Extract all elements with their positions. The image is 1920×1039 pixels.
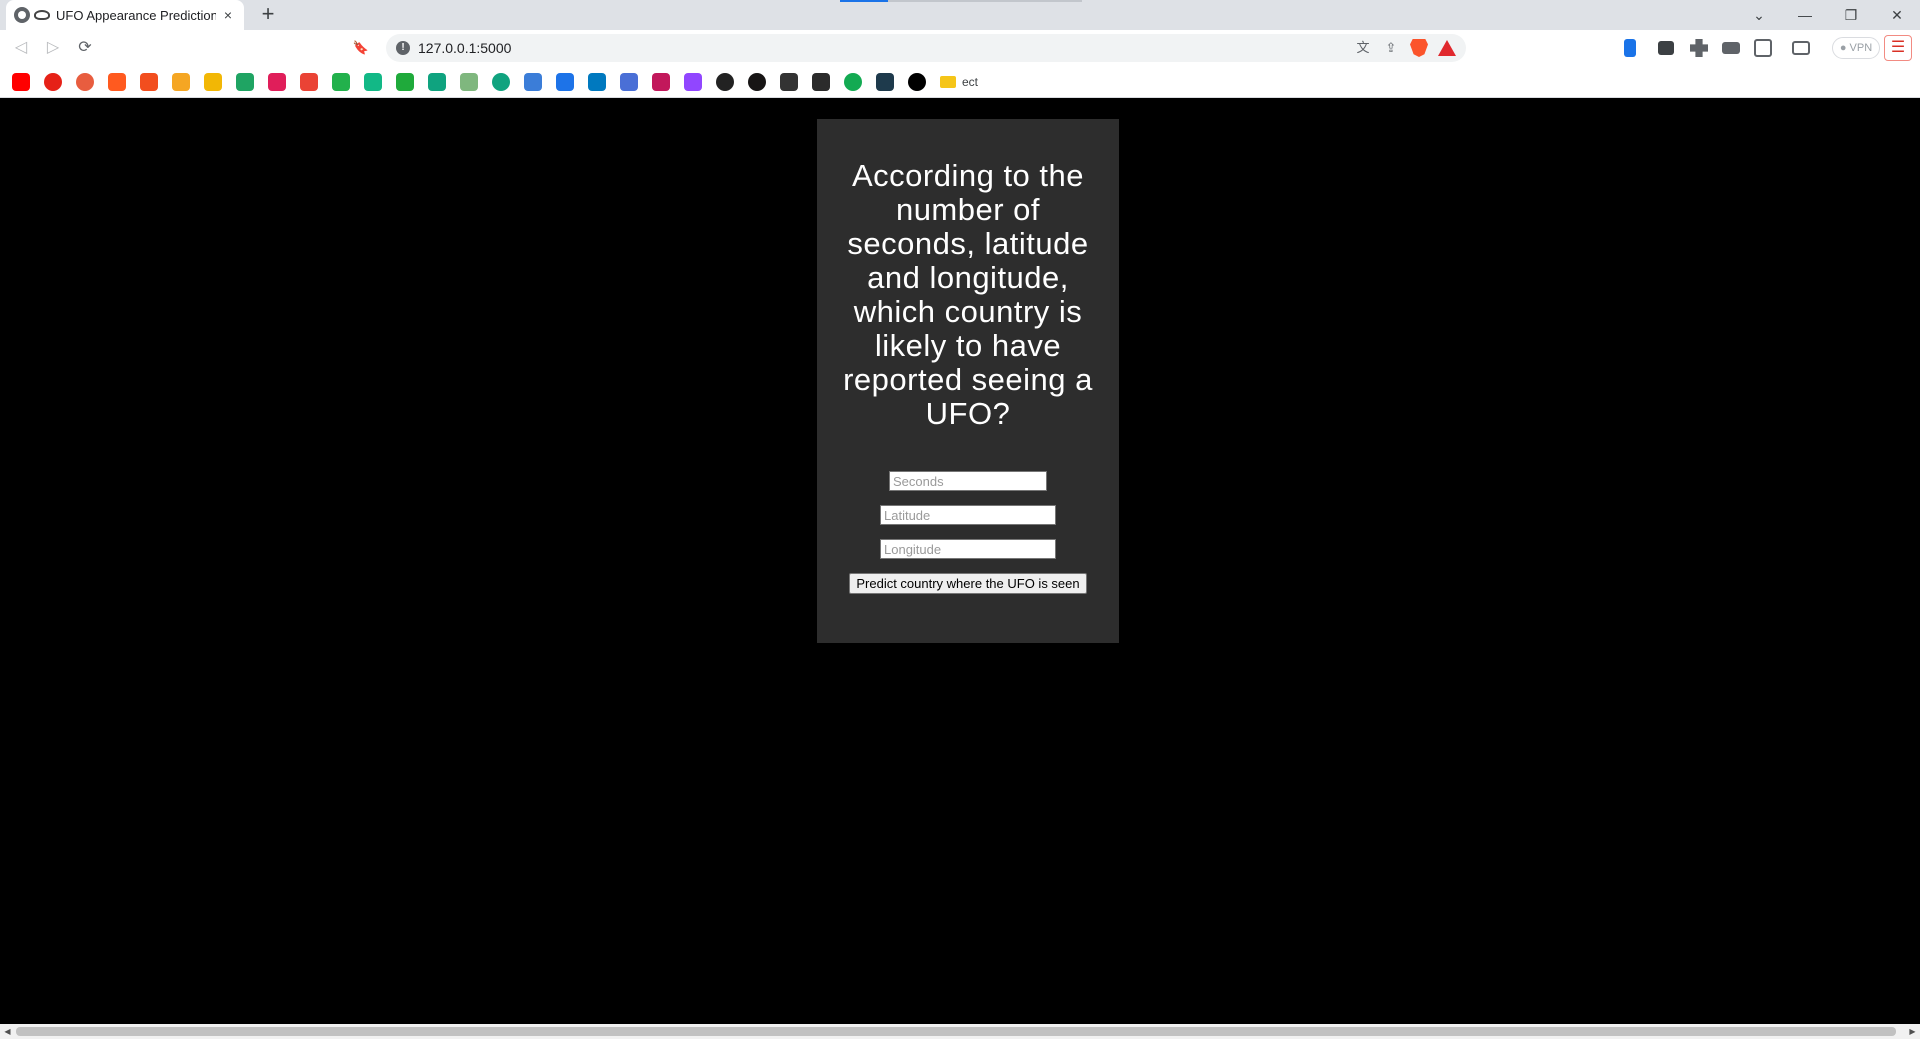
scrollbar-thumb[interactable] — [16, 1027, 1896, 1036]
bookmark-youtube-music-icon[interactable] — [44, 72, 62, 91]
horizontal-scrollbar[interactable]: ◀ ▶ — [0, 1024, 1920, 1039]
tab-divider — [888, 0, 1082, 2]
bookmark-code-icon[interactable] — [524, 72, 542, 91]
bookmark-warning-like-icon[interactable] — [172, 72, 190, 91]
bookmark-twitch-icon[interactable] — [684, 72, 702, 91]
bookmark-globe-icon[interactable] — [716, 72, 734, 91]
restore-button[interactable]: ❐ — [1836, 4, 1866, 26]
browser-menu-button[interactable]: ☰ — [1884, 35, 1912, 61]
new-tab-button[interactable]: + — [256, 3, 280, 27]
extensions-puzzle-icon[interactable] — [1690, 39, 1708, 57]
bookmark-k-logo-icon[interactable] — [652, 72, 670, 91]
ufo-icon — [34, 10, 50, 20]
tab-strip: UFO Appearance Prediction! ( × + ⌄ — ❐ ✕ — [0, 0, 1920, 30]
address-bar[interactable]: ! 127.0.0.1:5000 文 ⇪ — [386, 34, 1466, 62]
brave-rewards-icon[interactable] — [1438, 40, 1456, 56]
bookmark-folder-label: ect — [962, 74, 979, 89]
extension-blue-icon[interactable] — [1624, 39, 1636, 57]
bookmark-edge-like-icon[interactable] — [428, 72, 446, 91]
bookmark-mongodb-icon[interactable] — [844, 72, 862, 91]
browser-tab[interactable]: UFO Appearance Prediction! ( × — [6, 0, 244, 30]
reload-button[interactable]: ⟳ — [74, 37, 96, 59]
bookmarks-bar: ect — [0, 66, 1920, 98]
minimize-button[interactable]: — — [1790, 4, 1820, 26]
browser-toolbar: ◁ ▷ ⟳ 🔖 ! 127.0.0.1:5000 文 ⇪ ● VPN ☰ — [0, 30, 1920, 66]
wallet-icon[interactable] — [1792, 41, 1810, 55]
scroll-left-icon[interactable]: ◀ — [0, 1024, 15, 1039]
bookmark-youtube-icon[interactable] — [12, 72, 30, 91]
brave-shields-icon[interactable] — [1410, 39, 1428, 57]
bookmark-green-doc-icon[interactable] — [396, 72, 414, 91]
tab-title: UFO Appearance Prediction! ( — [56, 7, 216, 23]
site-info-icon[interactable]: ! — [396, 41, 410, 55]
sidebar-icon[interactable] — [1754, 39, 1772, 57]
bookmark-ac-icon[interactable] — [332, 72, 350, 91]
bookmark-black-circle-icon[interactable] — [908, 72, 926, 91]
close-window-button[interactable]: ✕ — [1882, 4, 1912, 26]
seconds-input[interactable] — [889, 471, 1047, 491]
bookmark-dark-box-icon[interactable] — [812, 72, 830, 91]
bookmark-grad-cap-icon[interactable] — [780, 72, 798, 91]
bookmark-apple-like-icon[interactable] — [108, 72, 126, 91]
bookmark-map-like-icon[interactable] — [460, 72, 478, 91]
scroll-right-icon[interactable]: ▶ — [1905, 1024, 1920, 1039]
bookmark-slack-icon[interactable] — [268, 72, 286, 91]
vpn-button[interactable]: ● VPN — [1832, 37, 1880, 59]
bookmark-pinterest-like-icon[interactable] — [76, 72, 94, 91]
bookmark-folder-ect[interactable]: ect — [940, 75, 978, 89]
page-viewport: According to the number of seconds, lati… — [0, 99, 1920, 1024]
bookmark-kakao-k-icon[interactable] — [556, 72, 574, 91]
page-title: According to the number of seconds, lati… — [843, 158, 1093, 431]
bookmark-github-icon[interactable] — [748, 72, 766, 91]
translate-icon[interactable]: 文 — [1354, 39, 1372, 57]
tab-loading-indicator — [840, 0, 888, 2]
bookmark-gmail-icon[interactable] — [300, 72, 318, 91]
prediction-form: Predict country where the UFO is seen — [817, 471, 1119, 594]
longitude-input[interactable] — [880, 539, 1056, 559]
globe-icon — [14, 7, 30, 23]
bookmark-trello-icon[interactable] — [588, 72, 606, 91]
prediction-card: According to the number of seconds, lati… — [817, 119, 1119, 643]
tab-close-icon[interactable]: × — [220, 7, 236, 23]
folder-icon — [940, 75, 956, 88]
media-controls-icon[interactable] — [1722, 42, 1740, 54]
tab-search-icon[interactable]: ⌄ — [1744, 4, 1774, 26]
bookmark-blue-box-icon[interactable] — [620, 72, 638, 91]
bookmark-green-chart-icon[interactable] — [364, 72, 382, 91]
bookmark-play-box-icon[interactable] — [876, 72, 894, 91]
bookmark-figma-like-icon[interactable] — [140, 72, 158, 91]
url-text[interactable]: 127.0.0.1:5000 — [418, 40, 1354, 56]
bookmark-hand-like-icon[interactable] — [204, 72, 222, 91]
bookmark-drive-icon[interactable] — [236, 72, 254, 91]
latitude-input[interactable] — [880, 505, 1056, 525]
share-icon[interactable]: ⇪ — [1382, 39, 1400, 57]
back-button[interactable]: ◁ — [10, 37, 32, 59]
extension-dark-icon[interactable] — [1658, 41, 1674, 55]
predict-button[interactable]: Predict country where the UFO is seen — [849, 573, 1087, 594]
forward-button[interactable]: ▷ — [42, 37, 64, 59]
bookmark-icon[interactable]: 🔖 — [350, 37, 372, 59]
bookmark-openai-icon[interactable] — [492, 72, 510, 91]
